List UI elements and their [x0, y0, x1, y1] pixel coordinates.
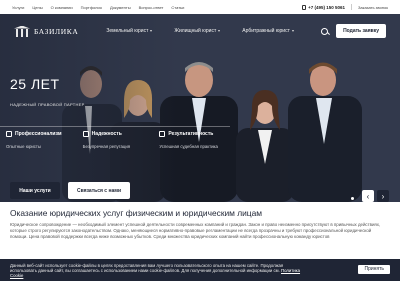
top-link-portfolio[interactable]: Портфолио	[81, 5, 102, 10]
briefcase-icon	[6, 131, 12, 137]
top-link-prices[interactable]: Цены	[32, 5, 42, 10]
cookie-text: Данный веб-сайт использует cookie-файлы …	[10, 263, 284, 273]
logo-text: БАЗИЛИКА	[34, 26, 79, 36]
logo[interactable]: БАЗИЛИКА	[14, 25, 79, 37]
phone-number: +7 (495) 150 5061	[308, 4, 346, 10]
top-links: Услуги Цены О компании Портфолио Докумен…	[12, 5, 184, 10]
chevron-left-icon: ‹	[366, 191, 370, 201]
top-link-services[interactable]: Услуги	[12, 5, 24, 10]
nav-land-lawyer[interactable]: Земельный юрист	[106, 28, 153, 34]
top-link-faq[interactable]: Вопрос-ответ	[139, 5, 164, 10]
feature-desc: Опытные юристы	[6, 144, 41, 149]
feature-title: Надежность	[91, 131, 122, 137]
chevron-down-icon	[218, 30, 221, 32]
nav-housing-lawyer[interactable]: Жилищный юрист	[174, 28, 221, 34]
top-link-documents[interactable]: Документы	[110, 5, 131, 10]
request-button[interactable]: Подать заявку	[336, 24, 386, 38]
phone-icon	[302, 4, 307, 10]
chevron-down-icon	[291, 30, 294, 32]
section-title: Оказание юридических услуг физическим и …	[10, 208, 263, 218]
features-row: Профессионализм Опытные юристы Надежност…	[0, 126, 231, 168]
nav-label: Земельный юрист	[106, 28, 149, 34]
intro-section: Оказание юридических услуг физическим и …	[10, 208, 390, 240]
chevron-right-icon: ›	[381, 191, 385, 201]
contact-button[interactable]: Связаться с нами	[68, 182, 130, 199]
top-bar: Услуги Цены О компании Портфолио Докумен…	[0, 0, 400, 14]
chart-icon	[159, 131, 166, 137]
hero-tagline: НАДЕЖНЫЙ ПРАВОВОЙ ПАРТНЕР	[10, 102, 85, 107]
slider-dots	[351, 197, 354, 200]
slider-next-button[interactable]: ›	[377, 190, 389, 202]
divider	[351, 4, 353, 10]
accept-cookie-button[interactable]: Принять	[358, 265, 390, 274]
nav-label: Жилищный юрист	[174, 28, 217, 34]
feature-professionalism: Профессионализм Опытные юристы	[0, 126, 77, 168]
section-paragraph: Юридическое сопровождение — необходимый …	[10, 222, 381, 239]
callback-link[interactable]: Заказать звонок	[358, 5, 388, 10]
top-link-articles[interactable]: Статьи	[171, 5, 184, 10]
search-icon[interactable]	[321, 27, 329, 35]
chevron-down-icon	[150, 30, 153, 32]
nav-label: Арбитражный юрист	[242, 28, 290, 34]
slider-dot[interactable]	[351, 197, 354, 200]
cookie-text-block: Данный веб-сайт использует cookie-файлы …	[10, 263, 310, 278]
top-link-about[interactable]: О компании	[51, 5, 73, 10]
feature-desc: Безупречная репутация	[82, 144, 131, 149]
slider-prev-button[interactable]: ‹	[362, 190, 374, 202]
main-nav: Земельный юрист Жилищный юрист Арбитражн…	[106, 28, 294, 34]
hero-banner: БАЗИЛИКА Земельный юрист Жилищный юрист …	[0, 14, 400, 202]
nav-arbitration-lawyer[interactable]: Арбитражный юрист	[242, 28, 294, 34]
services-button[interactable]: Наши услуги	[10, 182, 60, 199]
phone-link[interactable]: +7 (495) 150 5061	[302, 4, 346, 10]
feature-reliability: Надежность Безупречная репутация	[76, 126, 154, 168]
feature-title: Результативность	[168, 131, 214, 137]
feature-desc: Успешная судебная практика	[159, 144, 218, 149]
shield-icon	[82, 131, 89, 137]
years-heading: 25 ЛЕТ	[10, 76, 60, 92]
logo-columns-icon	[14, 25, 30, 37]
feature-results: Результативность Успешная судебная практ…	[153, 126, 231, 168]
main-header: БАЗИЛИКА Земельный юрист Жилищный юрист …	[0, 14, 400, 48]
feature-title: Профессионализм	[15, 131, 62, 137]
cookie-banner: Данный веб-сайт использует cookie-файлы …	[0, 259, 400, 281]
